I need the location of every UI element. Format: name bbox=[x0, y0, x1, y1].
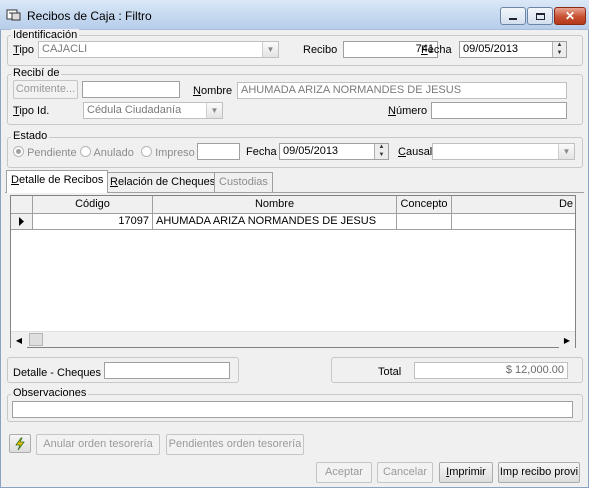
estado-fecha-spinner[interactable]: ▲ ▼ bbox=[374, 144, 388, 159]
fecha-picker[interactable]: 09/05/2013 ▲ ▼ bbox=[459, 41, 567, 58]
tab-relacion-cheques[interactable]: Relación de Cheques bbox=[105, 172, 221, 192]
close-icon: ✕ bbox=[564, 9, 576, 23]
spin-up-icon[interactable]: ▲ bbox=[374, 144, 388, 152]
numero-field[interactable] bbox=[431, 102, 567, 119]
cell-codigo[interactable]: 17097 bbox=[33, 214, 153, 230]
estado-fecha-value: 09/05/2013 bbox=[283, 145, 339, 157]
fecha-value: 09/05/2013 bbox=[463, 43, 519, 55]
total-field: $ 12,000.00 bbox=[414, 362, 568, 379]
radio-icon bbox=[141, 146, 152, 157]
tab-detalle-recibos[interactable]: Detalle de Recibos bbox=[6, 170, 109, 193]
pendiente-radio[interactable]: Pendiente bbox=[13, 146, 77, 159]
recibi-de-group-label: Recibí de bbox=[11, 67, 62, 79]
close-button[interactable]: ✕ bbox=[554, 7, 586, 25]
column-header-codigo[interactable]: Código bbox=[33, 196, 153, 214]
cancelar-button[interactable]: Cancelar bbox=[377, 462, 433, 483]
tipo-id-label: Tipo Id. bbox=[13, 105, 50, 117]
cell-concepto[interactable] bbox=[397, 214, 452, 230]
tipo-label: Tipo bbox=[13, 44, 34, 56]
tipo-id-value: Cédula Ciudadanía bbox=[87, 104, 182, 116]
tab-custodias[interactable]: Custodias bbox=[214, 172, 273, 192]
tipo-value: CAJACLI bbox=[42, 43, 88, 55]
spin-down-icon[interactable]: ▼ bbox=[374, 151, 388, 159]
scroll-right-icon[interactable]: ▶ bbox=[559, 332, 575, 348]
maximize-icon bbox=[535, 12, 545, 20]
causal-label: Causal bbox=[398, 146, 433, 158]
imprimir-button[interactable]: Imprimir bbox=[439, 462, 493, 483]
impreso-radio[interactable]: Impreso bbox=[141, 146, 195, 159]
fecha-spinner[interactable]: ▲ ▼ bbox=[552, 42, 566, 57]
chevron-down-icon[interactable]: ▼ bbox=[262, 42, 278, 57]
nombre-label: Nombre bbox=[193, 85, 233, 97]
total-label: Total bbox=[378, 366, 402, 378]
impreso-field[interactable] bbox=[197, 143, 240, 160]
numero-label: Número bbox=[388, 105, 428, 117]
detalle-cheques-label: Detalle - Cheques bbox=[13, 367, 102, 379]
lightning-icon bbox=[15, 437, 25, 451]
observaciones-label: Observaciones bbox=[11, 387, 89, 399]
app-icon bbox=[6, 8, 22, 22]
column-header-de[interactable]: De bbox=[452, 196, 575, 214]
spin-down-icon[interactable]: ▼ bbox=[552, 49, 566, 57]
detalle-cheques-field[interactable] bbox=[104, 362, 230, 379]
scrollbar-thumb[interactable] bbox=[29, 333, 43, 346]
identificacion-group-label: Identificación bbox=[11, 29, 80, 41]
chevron-down-icon[interactable]: ▼ bbox=[558, 144, 574, 159]
lightning-button[interactable] bbox=[9, 434, 31, 453]
recibo-label: Recibo bbox=[303, 44, 338, 56]
maximize-button[interactable] bbox=[527, 7, 553, 25]
current-row-arrow-icon bbox=[19, 217, 24, 226]
cell-de[interactable] bbox=[452, 214, 575, 230]
estado-group-label: Estado bbox=[11, 130, 50, 142]
radio-selected-icon bbox=[13, 146, 24, 157]
imp-recibo-provi-button[interactable]: Imp recibo provi bbox=[498, 462, 580, 483]
minimize-button[interactable] bbox=[500, 7, 526, 25]
chevron-down-icon[interactable]: ▼ bbox=[206, 103, 222, 118]
fecha-label: Fecha bbox=[421, 44, 452, 56]
comitente-button[interactable]: Comitente... bbox=[13, 80, 78, 99]
estado-fecha-label: Fecha bbox=[246, 146, 277, 158]
scroll-left-icon[interactable]: ◀ bbox=[11, 332, 27, 348]
minimize-icon bbox=[509, 18, 517, 20]
spin-up-icon[interactable]: ▲ bbox=[552, 42, 566, 50]
comitente-field[interactable] bbox=[82, 81, 180, 98]
horizontal-scrollbar[interactable]: ◀ ▶ bbox=[11, 331, 575, 348]
estado-fecha-picker[interactable]: 09/05/2013 ▲ ▼ bbox=[279, 143, 389, 160]
anulado-radio[interactable]: Anulado bbox=[80, 146, 134, 159]
row-selector[interactable] bbox=[11, 214, 33, 230]
aceptar-button[interactable]: Aceptar bbox=[316, 462, 372, 483]
window-title: Recibos de Caja : Filtro bbox=[27, 9, 152, 23]
detalle-recibos-grid[interactable]: Código Nombre Concepto De 17097 AHUMADA … bbox=[10, 195, 576, 348]
cell-nombre[interactable]: AHUMADA ARIZA NORMANDES DE JESUS bbox=[153, 214, 397, 230]
anular-orden-button[interactable]: Anular orden tesorería bbox=[36, 434, 160, 455]
radio-icon bbox=[80, 146, 91, 157]
row-header-corner bbox=[11, 196, 33, 214]
tipo-dropdown[interactable]: CAJACLI ▼ bbox=[38, 41, 279, 58]
nombre-field[interactable]: AHUMADA ARIZA NORMANDES DE JESUS bbox=[237, 82, 567, 99]
pendientes-orden-button[interactable]: Pendientes orden tesorería bbox=[166, 434, 304, 455]
tipo-id-dropdown[interactable]: Cédula Ciudadanía ▼ bbox=[83, 102, 223, 119]
column-header-nombre[interactable]: Nombre bbox=[153, 196, 397, 214]
causal-dropdown[interactable]: ▼ bbox=[432, 143, 575, 160]
column-header-concepto[interactable]: Concepto bbox=[397, 196, 452, 214]
observaciones-field[interactable] bbox=[12, 401, 573, 418]
